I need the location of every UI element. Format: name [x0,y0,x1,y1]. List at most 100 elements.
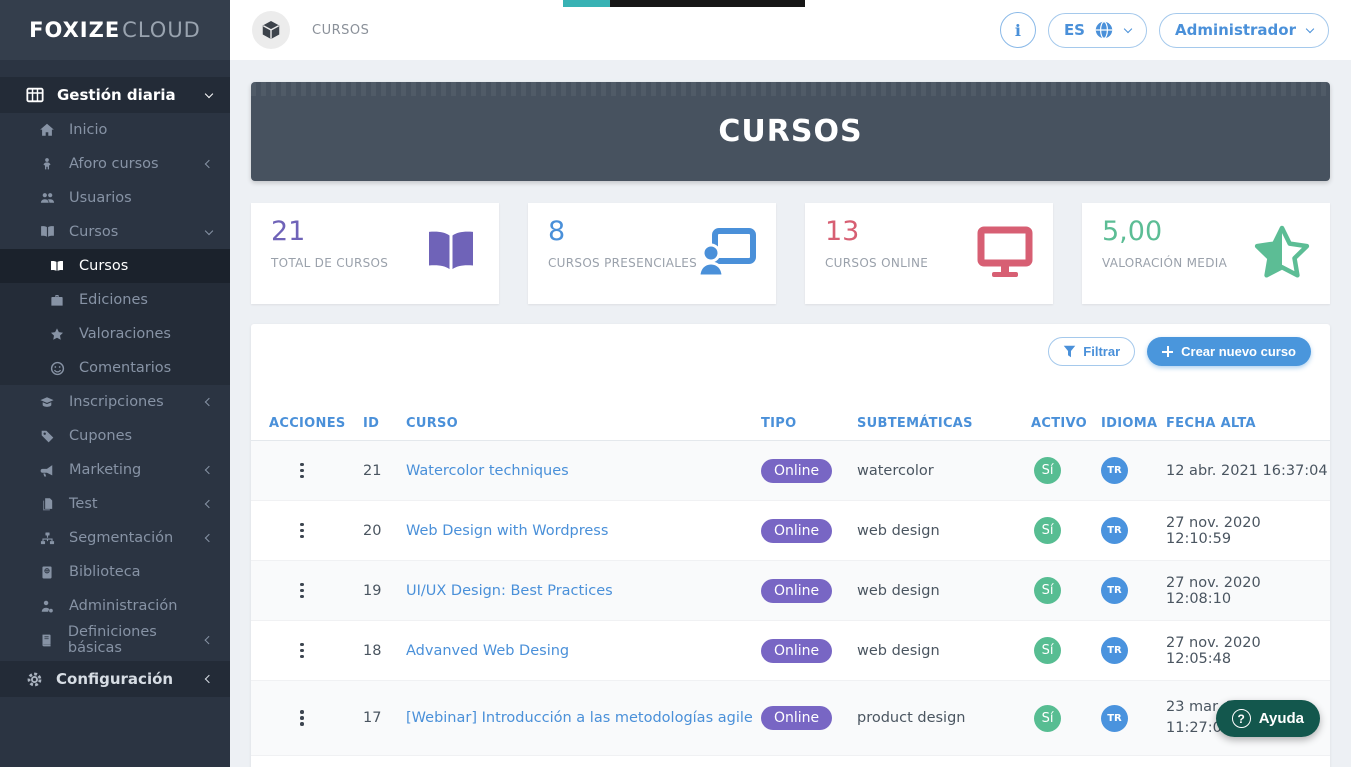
sidebar-item-label: Test [69,496,98,512]
users-icon [38,190,56,206]
tipo-cell: Online [761,459,857,483]
actions-cell [269,639,363,663]
activo-badge: Sí [1034,705,1061,732]
sidebar: FOXIZE CLOUD Gestión diaria Inicio Aforo… [0,0,230,767]
kebab-menu-button[interactable] [296,579,363,603]
sidebar-item-cupones[interactable]: Cupones [0,419,230,453]
module-button[interactable] [252,11,290,49]
language-selector[interactable]: ES [1048,13,1147,48]
sitemap-icon [38,531,56,546]
course-link[interactable]: UI/UX Design: Best Practices [406,583,613,599]
sidebar-section-configuracion[interactable]: Configuración [0,661,230,697]
sidebar-item-cursos[interactable]: Cursos [0,215,230,249]
cube-icon [260,19,282,41]
idioma-badge: TR [1101,705,1128,732]
graduation-cap-icon [38,395,56,410]
progress-bar-fill [563,0,610,7]
sidebar-item-segmentacion[interactable]: Segmentación [0,521,230,555]
fecha-cell: 27 nov. 2020 12:10:59 [1166,515,1330,547]
stat-card-valoracion-media: 5,00 VALORACIÓN MEDIA [1082,203,1330,304]
curso-cell: [Webinar] Introducción a las metodología… [406,710,761,726]
copy-file-icon [38,497,56,512]
sidebar-item-marketing[interactable]: Marketing [0,453,230,487]
sidebar-item-inicio[interactable]: Inicio [0,113,230,147]
stat-value: 8 [548,216,697,247]
stat-label: CURSOS PRESENCIALES [548,256,697,270]
sidebar-item-usuarios[interactable]: Usuarios [0,181,230,215]
table-row: 16 Análisis de textos Online writing Sí … [251,756,1330,767]
open-book-icon [38,224,56,240]
column-fecha-alta[interactable]: FECHA ALTA [1166,416,1330,431]
subtematicas-cell: web design [857,523,1031,539]
sidebar-item-label: Marketing [69,462,141,478]
help-button[interactable]: ? Ayuda [1216,700,1320,737]
course-link[interactable]: Advanved Web Desing [406,643,569,659]
curso-cell: Web Design with Wordpress [406,523,761,539]
briefcase-icon [48,293,66,308]
activo-badge: Sí [1034,457,1061,484]
sidebar-item-label: Ediciones [79,292,148,308]
sidebar-item-ediciones[interactable]: Ediciones [0,283,230,317]
filter-button[interactable]: Filtrar [1048,337,1135,366]
sidebar-section-gestion-diaria[interactable]: Gestión diaria [0,77,230,113]
sidebar-item-label: Segmentación [69,530,173,546]
chevron-left-icon [205,160,213,168]
kebab-menu-button[interactable] [296,706,363,730]
actions-cell [269,706,363,730]
curso-cell: Watercolor techniques [406,463,761,479]
brand-logo[interactable]: FOXIZE CLOUD [0,0,230,60]
kebab-menu-button[interactable] [296,519,363,543]
sidebar-item-aforo-cursos[interactable]: Aforo cursos [0,147,230,181]
sidebar-item-biblioteca[interactable]: Biblioteca [0,555,230,589]
question-mark-icon: ? [1232,709,1251,728]
page-content: CURSOS 21 TOTAL DE CURSOS 8 CURSOS PRESE… [230,60,1351,767]
kebab-menu-button[interactable] [296,639,363,663]
monitor-icon [977,226,1033,282]
open-book-icon [48,259,66,274]
sidebar-item-cursos-sub[interactable]: Cursos [0,249,230,283]
tipo-cell: Online [761,579,857,603]
course-link[interactable]: [Webinar] Introducción a las metodología… [406,710,753,726]
course-link[interactable]: Watercolor techniques [406,463,569,479]
chevron-left-icon [205,500,213,508]
curso-cell: Advanved Web Desing [406,643,761,659]
sidebar-item-label: Inscripciones [69,394,164,410]
progress-bar [563,0,805,7]
activo-badge: Sí [1034,517,1061,544]
create-course-button[interactable]: Crear nuevo curso [1147,337,1311,366]
star-icon [48,327,66,342]
sidebar-item-valoraciones[interactable]: Valoraciones [0,317,230,351]
column-curso[interactable]: CURSO [406,416,761,431]
stat-value: 5,00 [1102,216,1227,247]
tipo-cell: Online [761,639,857,663]
stat-label: TOTAL DE CURSOS [271,256,388,270]
chevron-left-icon [205,675,213,683]
tipo-badge: Online [761,579,832,603]
sidebar-item-definiciones-basicas[interactable]: Definiciones básicas [0,623,230,657]
sidebar-item-label: Definiciones básicas [68,624,206,656]
idioma-cell: TR [1101,517,1166,544]
tipo-cell: Online [761,519,857,543]
column-idioma[interactable]: IDIOMA [1101,416,1166,431]
sidebar-item-label: Inicio [69,122,107,138]
column-acciones[interactable]: ACCIONES [269,416,363,431]
sidebar-item-inscripciones[interactable]: Inscripciones [0,385,230,419]
info-button[interactable]: i [1000,12,1036,48]
column-id[interactable]: ID [363,416,406,431]
curso-cell: UI/UX Design: Best Practices [406,583,761,599]
sidebar-item-label: Cursos [69,224,118,240]
column-subtematicas[interactable]: SUBTEMÁTICAS [857,416,1031,431]
sidebar-item-label: Aforo cursos [69,156,159,172]
user-menu[interactable]: Administrador [1159,13,1329,48]
kebab-menu-button[interactable] [296,459,363,483]
course-link[interactable]: Web Design with Wordpress [406,523,608,539]
person-icon [38,156,56,172]
language-code: ES [1064,21,1085,39]
column-tipo[interactable]: TIPO [761,416,857,431]
column-activo[interactable]: ACTIVO [1031,416,1101,431]
sidebar-item-test[interactable]: Test [0,487,230,521]
sidebar-item-administracion[interactable]: Administración [0,589,230,623]
cursos-submenu: Cursos Ediciones Valoraciones Comentario… [0,249,230,385]
tipo-cell: Online [761,706,857,730]
sidebar-item-comentarios[interactable]: Comentarios [0,351,230,385]
